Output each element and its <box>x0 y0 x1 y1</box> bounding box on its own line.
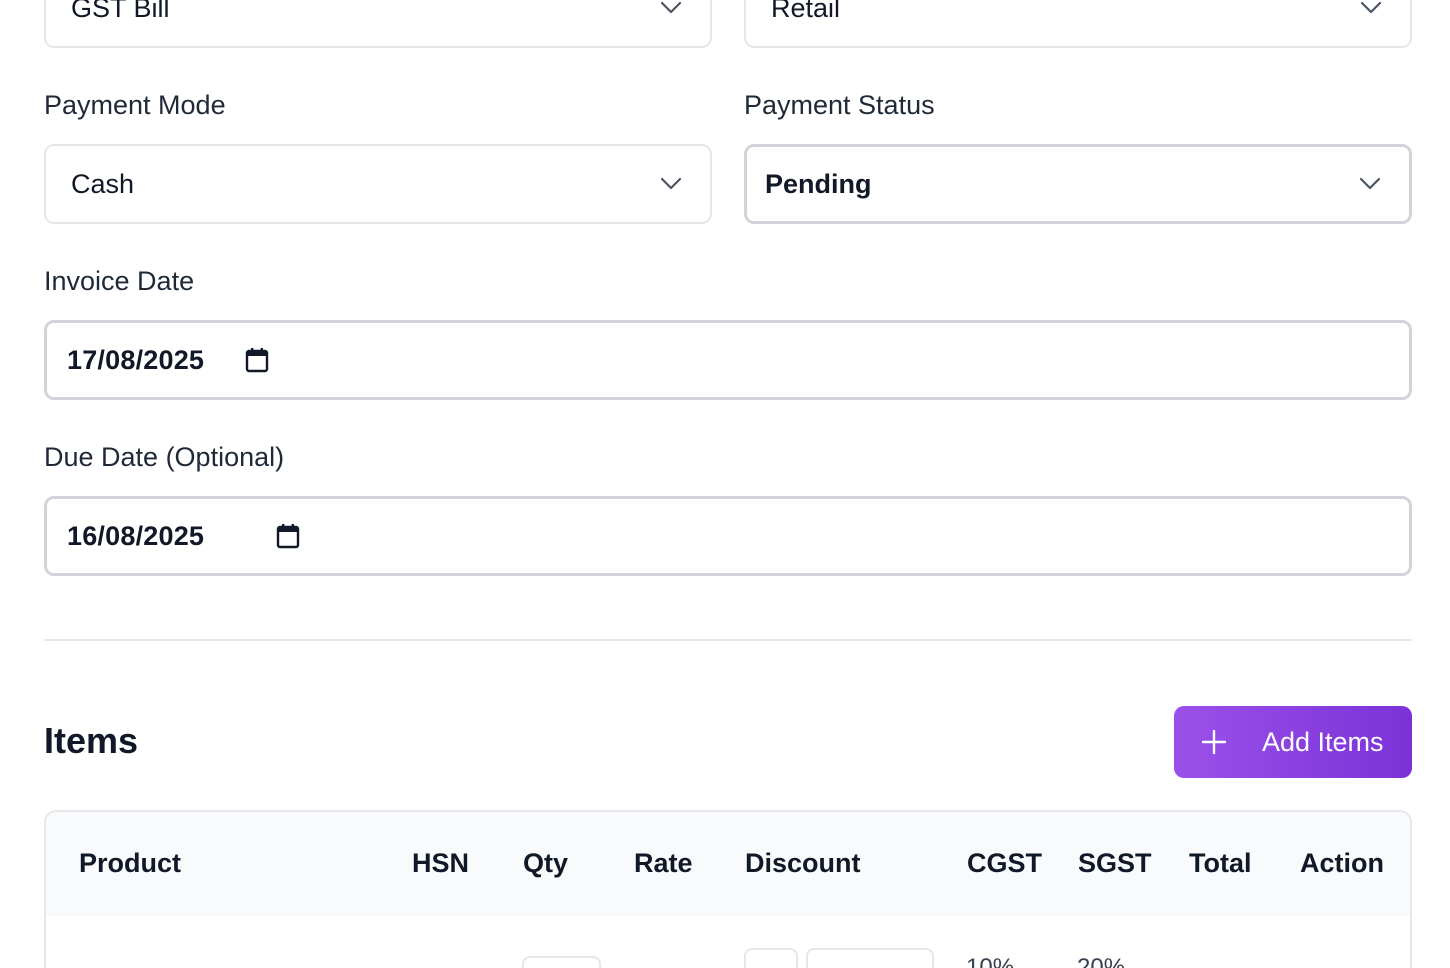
bill-type-value: GST Bill <box>71 0 170 23</box>
chevron-down-icon <box>1360 1 1382 14</box>
column-header-total: Total <box>1189 848 1252 878</box>
items-table: Product HSN Qty Rate Discount CGST SGST … <box>44 810 1412 968</box>
add-items-label: Add Items <box>1262 726 1384 757</box>
calendar-icon[interactable] <box>245 347 269 373</box>
invoice-date-value: 17/08/2025 <box>67 344 205 375</box>
column-header-product: Product <box>79 848 182 878</box>
chevron-down-icon <box>660 177 682 190</box>
due-date-value: 16/08/2025 <box>67 520 205 551</box>
payment-status-select[interactable]: Pending <box>744 144 1412 224</box>
discount-type-select[interactable] <box>744 948 798 968</box>
column-header-hsn: HSN <box>412 848 470 878</box>
payment-mode-label: Payment Mode <box>44 90 226 120</box>
payment-status-value: Pending <box>765 168 872 199</box>
customer-type-select[interactable]: Retail <box>744 0 1412 48</box>
section-divider <box>44 639 1412 641</box>
payment-status-label: Payment Status <box>744 90 935 120</box>
items-section-title: Items <box>44 720 139 761</box>
row-sgst-value: 20% <box>1077 954 1126 968</box>
payment-mode-value: Cash <box>71 168 135 199</box>
table-header-row: Product HSN Qty Rate Discount CGST SGST … <box>46 812 1410 916</box>
due-date-input[interactable]: 16/08/2025 <box>44 496 1412 576</box>
due-date-label: Due Date (Optional) <box>44 442 285 472</box>
calendar-icon[interactable] <box>276 523 300 549</box>
column-header-rate: Rate <box>634 848 693 878</box>
column-header-qty: Qty <box>523 848 569 878</box>
qty-input[interactable] <box>522 956 601 968</box>
plus-icon <box>1202 730 1226 754</box>
column-header-sgst: SGST <box>1078 848 1152 878</box>
row-cgst-value: 10% <box>966 954 1015 968</box>
invoice-date-input[interactable]: 17/08/2025 <box>44 320 1412 400</box>
column-header-cgst: CGST <box>967 848 1043 878</box>
payment-mode-select[interactable]: Cash <box>44 144 712 224</box>
chevron-down-icon <box>1359 177 1381 190</box>
column-header-action: Action <box>1300 848 1384 878</box>
column-header-discount: Discount <box>745 848 861 878</box>
discount-input[interactable] <box>806 948 934 968</box>
add-items-button[interactable]: Add Items <box>1174 706 1412 778</box>
chevron-down-icon <box>660 1 682 14</box>
bill-type-select[interactable]: GST Bill <box>44 0 712 48</box>
customer-type-value: Retail <box>771 0 841 23</box>
invoice-date-label: Invoice Date <box>44 266 195 296</box>
